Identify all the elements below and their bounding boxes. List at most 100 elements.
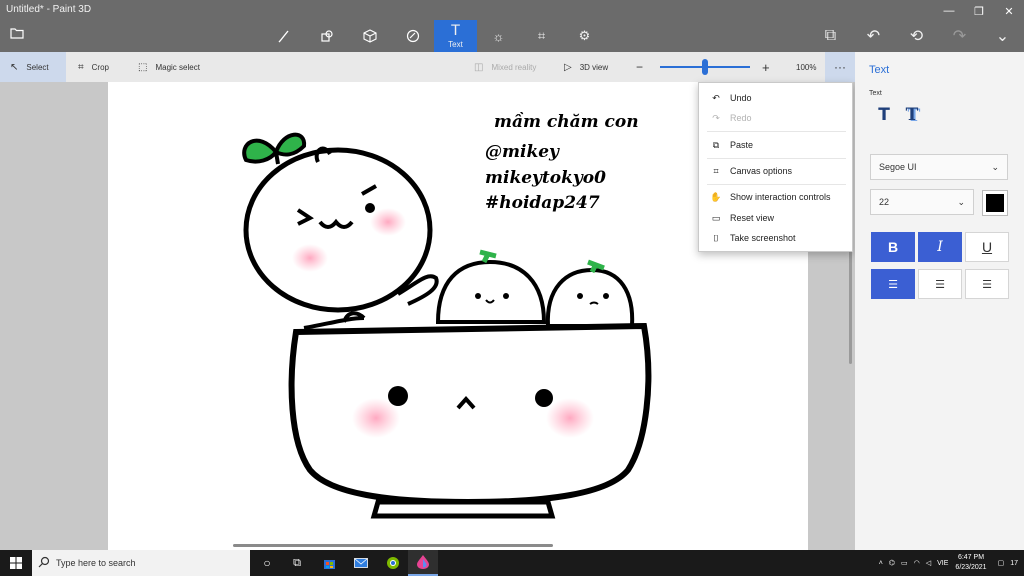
- paste-button[interactable]: ⧉: [809, 20, 852, 52]
- clock[interactable]: 6:47 PM 6/23/2021: [955, 553, 986, 573]
- cortana-icon: ○: [263, 556, 271, 570]
- menu-item-undo[interactable]: ↶ Undo: [699, 88, 854, 108]
- mixed-reality-button[interactable]: ◫ Mixed reality: [474, 52, 536, 82]
- cortana-button[interactable]: ○: [252, 550, 282, 576]
- canvas-text-line-3[interactable]: mikeytokyo0: [485, 168, 606, 188]
- title-bar: Untitled* - Paint 3D — ❐ ✕ T Text ☼ ⌗ ⚙ …: [0, 0, 1024, 52]
- undo-button[interactable]: ↶: [852, 20, 895, 52]
- mixed-reality-label: Mixed reality: [491, 62, 537, 72]
- task-view-button[interactable]: ⧉: [282, 550, 312, 576]
- tool-text[interactable]: T Text: [434, 20, 477, 52]
- paint-3d-app[interactable]: [408, 550, 438, 576]
- 2d-text-button[interactable]: T: [873, 104, 895, 126]
- canvas-text-line-2[interactable]: @mikey: [485, 142, 559, 162]
- magic-select-button[interactable]: ⬚ Magic select: [138, 52, 200, 82]
- volume-icon[interactable]: ◁: [926, 559, 931, 567]
- horizontal-scrollbar[interactable]: [233, 544, 553, 547]
- 3d-view-button[interactable]: ▷ 3D view: [564, 52, 608, 82]
- task-view-icon: ⧉: [293, 556, 301, 569]
- tool-stickers[interactable]: [391, 20, 434, 52]
- taskbar-search-box[interactable]: Type here to search: [32, 550, 250, 576]
- browser-app[interactable]: [378, 550, 408, 576]
- 2d-shapes-icon: [320, 30, 333, 42]
- 3d-library-icon: ⚙: [578, 28, 591, 43]
- zoom-out-button[interactable]: −: [636, 52, 643, 82]
- chevron-up-icon[interactable]: ˄: [879, 560, 883, 567]
- menu-item-canvas-options[interactable]: ⌗ Canvas options: [699, 161, 854, 181]
- zoom-in-button[interactable]: +: [762, 52, 770, 82]
- menu-take-screenshot-label: Take screenshot: [730, 233, 796, 243]
- bold-button[interactable]: B: [871, 232, 915, 262]
- more-options-button[interactable]: ···: [825, 52, 855, 82]
- menu-item-show-interaction-controls[interactable]: ✋ Show interaction controls: [699, 187, 854, 207]
- battery-icon[interactable]: ▭: [901, 559, 908, 567]
- tool-brushes[interactable]: [262, 20, 305, 52]
- underline-button[interactable]: U: [965, 232, 1009, 262]
- more-icon: ···: [834, 60, 846, 74]
- tool-3d-shapes[interactable]: [348, 20, 391, 52]
- menu-canvas-options-label: Canvas options: [730, 166, 793, 176]
- align-left-button[interactable]: ☰: [871, 269, 915, 299]
- store-app[interactable]: [314, 550, 344, 576]
- 3d-text-button[interactable]: T: [901, 104, 923, 126]
- zoom-percent[interactable]: 100%: [796, 52, 816, 82]
- text-icon: T: [451, 23, 460, 39]
- align-center-button[interactable]: ☰: [918, 269, 962, 299]
- italic-button[interactable]: I: [918, 232, 962, 262]
- main-toolbar: T Text ☼ ⌗ ⚙: [262, 20, 606, 52]
- effects-icon: ☼: [492, 28, 505, 44]
- font-family-select[interactable]: Segoe UI ⌄: [870, 154, 1008, 180]
- chevron-down-icon: ⌄: [995, 28, 1010, 45]
- expand-button[interactable]: ⌄: [981, 20, 1024, 52]
- redo-button[interactable]: ↷: [938, 20, 981, 52]
- redo-icon: ↷: [712, 112, 720, 123]
- bowl: [288, 311, 652, 519]
- zoom-slider-thumb[interactable]: [702, 59, 708, 75]
- canvas-text-line-1[interactable]: mầm chăm con: [494, 112, 639, 132]
- align-right-button[interactable]: ☰: [965, 269, 1009, 299]
- font-size-value: 22: [879, 197, 890, 207]
- tool-effects[interactable]: ☼: [477, 20, 520, 52]
- menu-item-reset-view[interactable]: ▭ Reset view: [699, 208, 854, 228]
- menu-undo-label: Undo: [730, 93, 752, 103]
- magic-select-icon: ⬚: [138, 61, 148, 73]
- tool-2d-shapes[interactable]: [305, 20, 348, 52]
- align-right-icon: ☰: [982, 278, 992, 291]
- folder-icon: [10, 28, 24, 39]
- bold-label: B: [887, 239, 899, 255]
- minimize-button[interactable]: —: [934, 0, 964, 22]
- menu-item-redo[interactable]: ↷ Redo: [699, 108, 854, 128]
- language-indicator[interactable]: VIE: [937, 560, 948, 567]
- cursor-icon: ↖: [10, 61, 19, 73]
- menu-paste-label: Paste: [730, 140, 754, 150]
- store-icon: [323, 559, 335, 569]
- menu-divider: [707, 184, 846, 185]
- menu-folder-button[interactable]: [10, 26, 32, 46]
- wifi-icon[interactable]: ◠: [914, 559, 920, 567]
- reset-view-icon: ▭: [711, 212, 721, 223]
- canvas-text-line-4[interactable]: #hoidap247: [485, 193, 600, 213]
- font-size-select[interactable]: 22 ⌄: [870, 189, 974, 215]
- tool-canvas[interactable]: ⌗: [520, 20, 563, 52]
- menu-item-take-screenshot[interactable]: ⌷ Take screenshot: [699, 228, 854, 248]
- menu-item-paste[interactable]: ⧉ Paste: [699, 135, 854, 155]
- 3d-shapes-icon: [362, 29, 377, 43]
- chevron-down-icon: ⌄: [991, 162, 999, 172]
- tool-3d-library[interactable]: ⚙: [563, 20, 606, 52]
- close-button[interactable]: ✕: [994, 0, 1024, 22]
- font-family-value: Segoe UI: [879, 162, 917, 172]
- mail-app[interactable]: [346, 550, 376, 576]
- start-button[interactable]: [0, 550, 32, 576]
- text-color-button[interactable]: [982, 190, 1008, 216]
- select-tool-button[interactable]: ↖ Select: [0, 52, 66, 82]
- menu-show-interaction-label: Show interaction controls: [730, 192, 831, 202]
- crop-tool-button[interactable]: ⌗ Crop: [78, 52, 109, 82]
- system-tray: ˄ ⌬ ▭ ◠ ◁ VIE 6:47 PM 6/23/2021 ▢ 17: [876, 550, 1024, 576]
- canvas-icon: ⌗: [537, 28, 546, 43]
- camera-icon: ⌷: [713, 232, 719, 243]
- maximize-button[interactable]: ❐: [964, 0, 994, 22]
- mixed-reality-icon: ◫: [474, 61, 484, 73]
- network-icon[interactable]: ⌬: [889, 559, 895, 567]
- history-button[interactable]: ⟲: [895, 20, 938, 52]
- notification-icon[interactable]: ▢: [998, 559, 1005, 567]
